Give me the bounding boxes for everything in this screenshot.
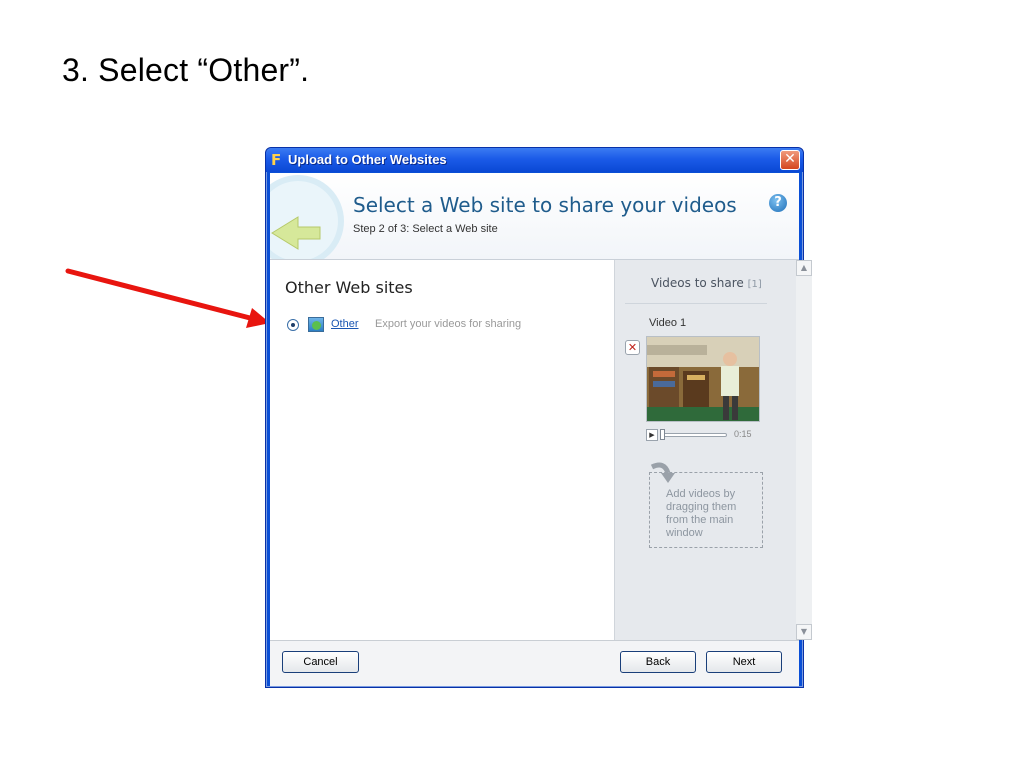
next-button[interactable]: Next <box>706 651 782 673</box>
option-other-link[interactable]: Other <box>331 318 359 330</box>
section-heading: Other Web sites <box>285 278 413 297</box>
instruction-heading: 3. Select “Other”. <box>62 52 310 88</box>
back-button[interactable]: Back <box>620 651 696 673</box>
panel-divider <box>625 303 767 304</box>
video-thumbnail-image <box>647 337 759 421</box>
dialog-header: Select a Web site to share your videos S… <box>270 173 799 260</box>
videos-to-share-label: Videos to share <box>651 276 744 290</box>
header-arrow-graphic <box>270 175 344 259</box>
dialog-titlebar[interactable]: F Upload to Other Websites ✕ <box>266 148 803 172</box>
globe-icon <box>308 317 324 332</box>
seek-handle[interactable] <box>660 429 665 440</box>
video-thumbnail[interactable] <box>646 336 760 422</box>
scroll-up-icon[interactable]: ▲ <box>796 260 812 276</box>
curved-arrow-icon <box>650 462 675 483</box>
dialog-title: Upload to Other Websites <box>288 152 447 167</box>
dialog-client: Select a Web site to share your videos S… <box>270 173 812 686</box>
videos-count: [1] <box>747 279 762 290</box>
close-icon[interactable]: ✕ <box>780 150 800 170</box>
drop-zone[interactable]: Add videos by dragging them from the mai… <box>649 462 763 548</box>
video-label: Video 1 <box>649 317 687 329</box>
scroll-down-icon[interactable]: ▼ <box>796 624 812 640</box>
videos-to-share-title: Videos to share [1] <box>651 276 762 290</box>
seek-track[interactable] <box>661 433 727 437</box>
video-player-controls: ▶ 0:15 <box>646 428 760 442</box>
drop-zone-hint: Add videos by dragging them from the mai… <box>666 488 737 539</box>
dialog-footer: Cancel Back Next <box>270 640 799 686</box>
videos-to-share-panel: Videos to share [1] Video 1 ✕ ▶ 0:15 Add… <box>614 260 797 640</box>
header-title: Select a Web site to share your videos <box>353 193 737 217</box>
radio-other[interactable] <box>287 319 299 331</box>
video-duration: 0:15 <box>734 429 752 439</box>
cancel-button[interactable]: Cancel <box>282 651 359 673</box>
app-icon: F <box>271 151 282 169</box>
help-icon[interactable]: ? <box>769 194 787 212</box>
upload-dialog: F Upload to Other Websites ✕ Select a We… <box>265 147 812 688</box>
header-step: Step 2 of 3: Select a Web site <box>353 223 498 235</box>
remove-icon[interactable]: ✕ <box>625 340 640 355</box>
option-other-description: Export your videos for sharing <box>375 318 522 330</box>
panel-scrollbar[interactable]: ▲ ▼ <box>796 260 812 640</box>
play-icon[interactable]: ▶ <box>646 429 658 441</box>
website-list-panel: Other Web sites Other Export your videos… <box>270 260 614 640</box>
